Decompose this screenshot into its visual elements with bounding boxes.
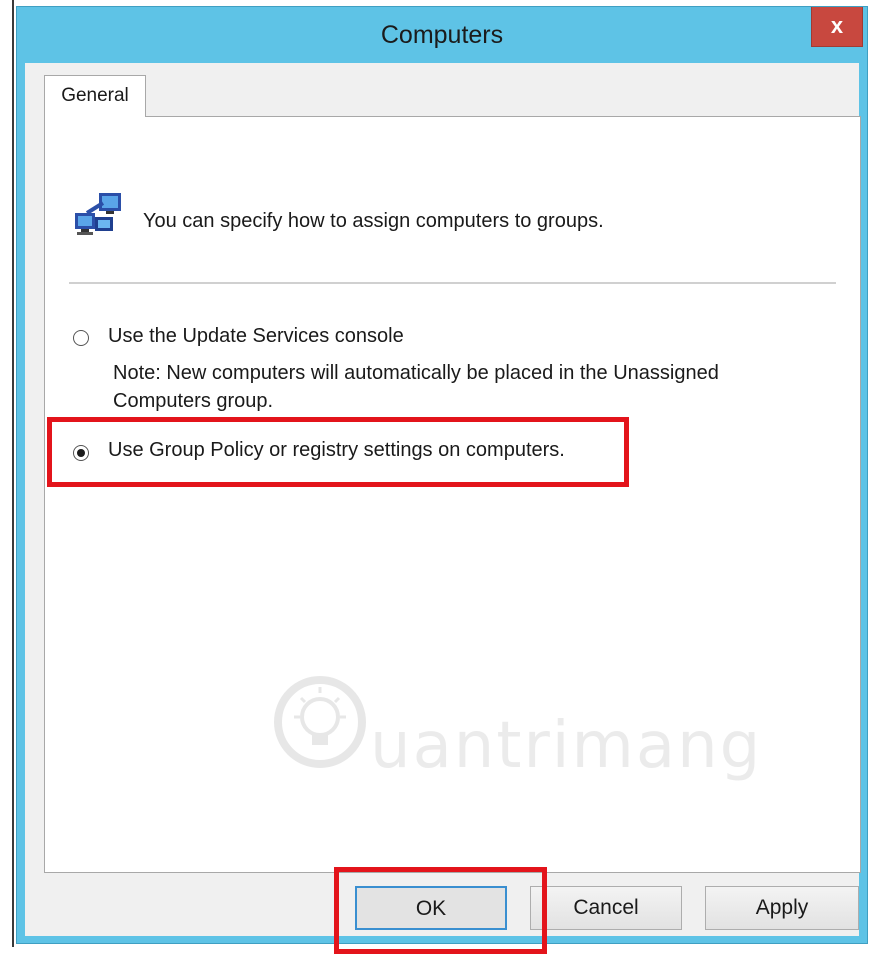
cancel-button[interactable]: Cancel: [530, 886, 682, 930]
option-update-services-note: Note: New computers will automatically b…: [113, 362, 719, 412]
option-update-services-label[interactable]: Use the Update Services console: [108, 325, 404, 348]
apply-button[interactable]: Apply: [705, 886, 859, 930]
header-description: You can specify how to assign computers …: [143, 210, 604, 232]
computers-network-icon: [75, 193, 121, 235]
highlight-box-ok: [334, 867, 547, 954]
general-tab-panel: You can specify how to assign computers …: [44, 116, 861, 873]
close-button[interactable]: x: [811, 7, 863, 47]
lightbulb-icon: [274, 676, 366, 768]
dialog-client-area: General You can specify how to assign co…: [25, 63, 861, 954]
separator: [69, 282, 836, 284]
highlight-box-group-policy: [47, 417, 629, 487]
option-update-services-radio[interactable]: [73, 330, 89, 346]
tab-general[interactable]: General: [44, 75, 146, 117]
window-title: Computers: [380, 21, 504, 49]
background-window-edge: [0, 0, 14, 947]
watermark-text: uantrimang: [370, 709, 763, 783]
watermark: uantrimang: [270, 647, 760, 817]
computers-dialog: Computers x General You can specify how …: [16, 6, 868, 954]
title-bar[interactable]: Computers x: [17, 7, 867, 63]
